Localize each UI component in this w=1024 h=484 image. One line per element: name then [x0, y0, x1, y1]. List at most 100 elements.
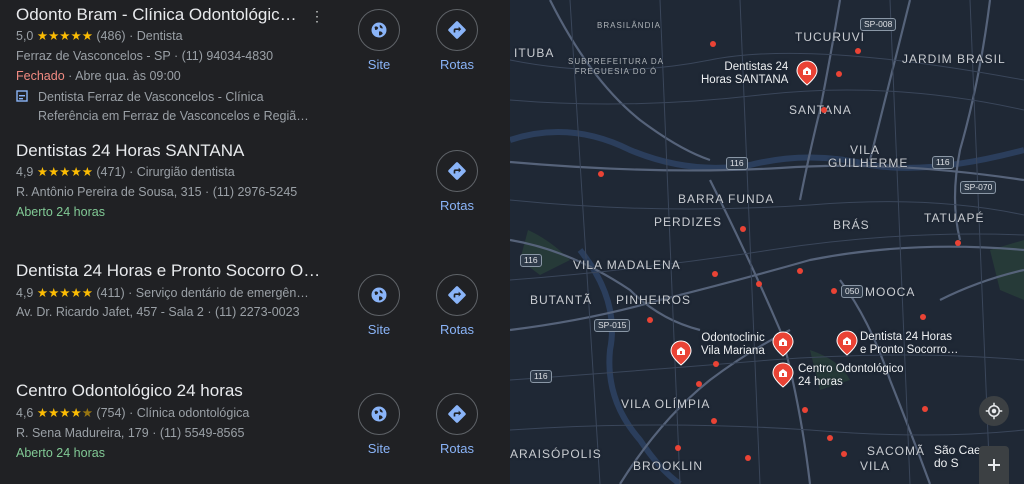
rating-stars: ★★★★ [36, 406, 82, 420]
map-result-dot[interactable] [713, 361, 719, 367]
result-title[interactable]: Odonto Bram - Clínica Odontológic… [16, 5, 306, 25]
business-text-1: Dentista Ferraz de Vasconcelos - Clínica [38, 90, 264, 104]
rating-value: 4,9 [16, 165, 34, 179]
map-result-dot[interactable] [855, 48, 861, 54]
status-closed: Fechado [16, 69, 65, 83]
category: Serviço dentário de emergên… [135, 286, 309, 300]
directions-icon [448, 21, 466, 39]
business-line-1: Dentista Ferraz de Vasconcelos - Clínica [16, 90, 336, 104]
routes-button[interactable]: Rotas [433, 150, 481, 213]
map-result-dot[interactable] [696, 381, 702, 387]
map-result-dot[interactable] [802, 407, 808, 413]
map-result-dot[interactable] [675, 445, 681, 451]
map-result-dot[interactable] [797, 268, 803, 274]
routes-button[interactable]: Rotas [433, 9, 481, 72]
address: R. Antônio Pereira de Sousa, 315 [16, 185, 202, 199]
zoom-in-button[interactable] [979, 446, 1009, 484]
map-result-dot[interactable] [598, 171, 604, 177]
area-label: SACOMÃ [867, 444, 926, 458]
map-result-dot[interactable] [710, 41, 716, 47]
map-pin-generic[interactable] [670, 340, 692, 366]
result-title[interactable]: Dentista 24 Horas e Pronto Socorro Od… [16, 261, 321, 281]
pin-label-odontoclinic: Odontoclinic Vila Mariana [701, 332, 765, 357]
map-pin-santana[interactable] [796, 60, 818, 86]
separator: · [68, 69, 73, 83]
map-result-dot[interactable] [756, 281, 762, 287]
result-title[interactable]: Dentistas 24 Horas SANTANA [16, 141, 316, 161]
area-label: ITUBA [514, 46, 555, 60]
road-shield: 116 [726, 157, 748, 170]
result-card-pronto-socorro[interactable]: Dentista 24 Horas e Pronto Socorro Od… 4… [0, 245, 510, 365]
area-label: TATUAPÉ [924, 211, 985, 225]
rating-line: 4,9 ★★★★★ (471) · Cirurgião dentista [16, 164, 336, 179]
map-result-dot[interactable] [836, 71, 842, 77]
map-result-dot[interactable] [712, 271, 718, 277]
address: R. Sena Madureira, 179 [16, 426, 149, 440]
map-result-dot[interactable] [920, 314, 926, 320]
address-line: R. Sena Madureira, 179 · (11) 5549-8565 [16, 426, 336, 440]
category: Clínica odontológica [136, 406, 250, 420]
separator: · [207, 305, 212, 319]
map-result-dot[interactable] [647, 317, 653, 323]
pin-label-santana: Dentistas 24 Horas SANTANA [701, 61, 789, 86]
rating-value: 5,0 [16, 29, 34, 43]
map-view[interactable]: BRASILÂNDIA TUCURUVI JARDIM BRASIL ITUBA… [510, 0, 1024, 484]
map-pin-centro-odontologico[interactable] [772, 362, 794, 388]
separator: · [129, 29, 134, 43]
phone: (11) 2273-0023 [214, 305, 300, 319]
map-result-dot[interactable] [831, 288, 837, 294]
business-text-2: Referência em Ferraz de Vasconcelos e Re… [38, 109, 309, 123]
routes-label: Rotas [440, 198, 474, 213]
area-label: VILA [850, 143, 881, 157]
map-result-dot[interactable] [711, 418, 717, 424]
separator: · [173, 49, 179, 63]
hours-line: Aberto 24 horas [16, 205, 336, 219]
rating-line: 4,6 ★★★★★ (754) · Clínica odontológica [16, 405, 336, 420]
result-title[interactable]: Centro Odontológico 24 horas [16, 381, 316, 401]
more-options-icon[interactable]: ⋮ [310, 8, 324, 24]
results-panel: Odonto Bram - Clínica Odontológic… ⋮ 5,0… [0, 0, 510, 484]
result-card-santana[interactable]: Dentistas 24 Horas SANTANA 4,9 ★★★★★ (47… [0, 130, 510, 245]
map-pin-pronto-socorro[interactable] [836, 330, 858, 356]
routes-button[interactable]: Rotas [433, 393, 481, 456]
site-label: Site [367, 322, 391, 337]
separator: · [205, 185, 210, 199]
result-card-odonto-bram[interactable]: Odonto Bram - Clínica Odontológic… ⋮ 5,0… [0, 0, 510, 130]
address: Ferraz de Vasconcelos - SP [16, 49, 171, 63]
review-count: (754) [96, 406, 126, 420]
map-result-dot[interactable] [745, 455, 751, 461]
rating-stars: ★★★★★ [36, 29, 93, 43]
my-location-button[interactable] [979, 396, 1009, 426]
hours-line: Aberto 24 horas [16, 446, 336, 460]
separator: · [129, 406, 134, 420]
phone: (11) 2976-5245 [212, 185, 298, 199]
routes-label: Rotas [440, 441, 474, 456]
opening-time: Abre qua. às 09:00 [75, 69, 181, 83]
map-result-dot[interactable] [821, 107, 827, 113]
directions-icon [448, 286, 466, 304]
map-result-dot[interactable] [922, 406, 928, 412]
map-result-dot[interactable] [841, 451, 847, 457]
site-button[interactable]: Site [355, 393, 403, 456]
area-label: PINHEIROS [616, 293, 692, 307]
routes-label: Rotas [440, 57, 474, 72]
pin-label-pronto-socorro: Dentista 24 Horas e Pronto Socorro… [860, 331, 959, 356]
site-button[interactable]: Site [355, 9, 403, 72]
map-result-dot[interactable] [827, 435, 833, 441]
rating-value: 4,9 [16, 286, 34, 300]
routes-button[interactable]: Rotas [433, 274, 481, 337]
map-result-dot[interactable] [955, 240, 961, 246]
result-card-centro-odontologico[interactable]: Centro Odontológico 24 horas 4,6 ★★★★★ (… [0, 365, 510, 484]
map-pin-odontoclinic[interactable] [772, 331, 794, 357]
rating-half-star: ★ [81, 406, 93, 420]
site-button[interactable]: Site [355, 274, 403, 337]
globe-icon [371, 406, 387, 422]
area-label: BARRA FUNDA [678, 192, 775, 206]
directions-icon [448, 405, 466, 423]
phone: (11) 5549-8565 [159, 426, 245, 440]
category: Dentista [136, 29, 183, 43]
map-result-dot[interactable] [740, 226, 746, 232]
rating-line: 4,9 ★★★★★ (411) · Serviço dentário de em… [16, 285, 336, 300]
area-label: MOOCA [865, 285, 916, 299]
road-shield: SP-015 [594, 319, 631, 332]
